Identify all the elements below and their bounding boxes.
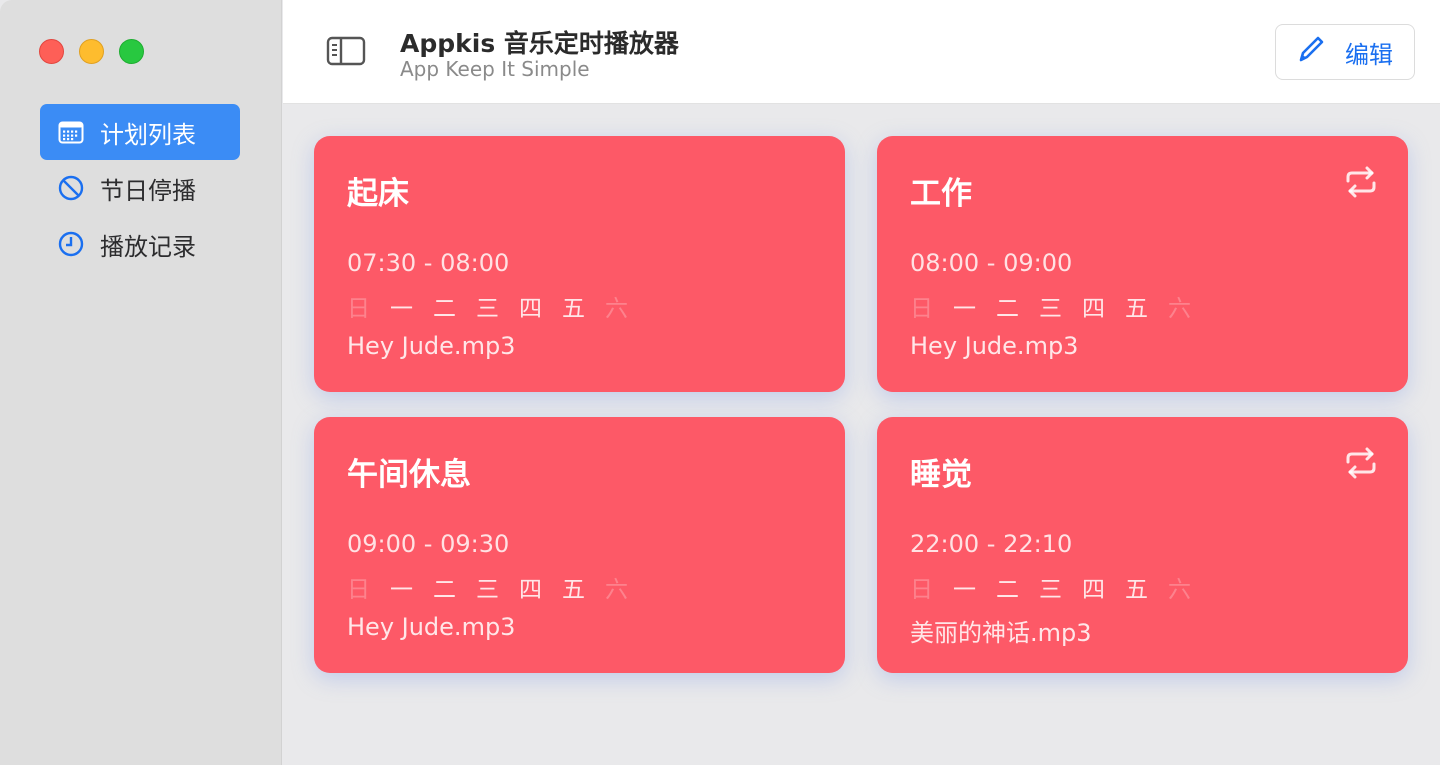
sidebar-nav: 计划列表 节日停播 播放记录 <box>40 104 240 272</box>
clock-icon <box>58 231 84 257</box>
schedule-file: Hey Jude.mp3 <box>347 613 516 641</box>
day-tue: 二 <box>996 296 1019 322</box>
day-thu: 四 <box>519 296 542 322</box>
schedule-time: 07:30 - 08:00 <box>347 249 510 277</box>
sidebar: 计划列表 节日停播 播放记录 <box>0 0 282 765</box>
edit-label: 编辑 <box>1345 40 1393 69</box>
repeat-icon <box>1344 447 1378 483</box>
day-sat: 六 <box>605 296 628 322</box>
sidebar-item-holiday-pause[interactable]: 节日停播 <box>40 160 240 216</box>
schedule-card[interactable]: 工作 08:00 - 09:00 日 一 二 三 四 五 六 Hey Jude.… <box>877 136 1408 392</box>
minimize-window-button[interactable] <box>79 39 104 64</box>
schedule-grid: 起床 07:30 - 08:00 日 一 二 三 四 五 六 Hey Jude.… <box>283 105 1440 765</box>
day-thu: 四 <box>519 577 542 603</box>
schedule-days: 日 一 二 三 四 五 六 <box>347 570 648 604</box>
schedule-card[interactable]: 起床 07:30 - 08:00 日 一 二 三 四 五 六 Hey Jude.… <box>314 136 845 392</box>
day-sun: 日 <box>910 577 933 603</box>
close-window-button[interactable] <box>39 39 64 64</box>
schedule-file: Hey Jude.mp3 <box>347 332 516 360</box>
schedule-card[interactable]: 午间休息 09:00 - 09:30 日 一 二 三 四 五 六 Hey Jud… <box>314 417 845 673</box>
schedule-name: 午间休息 <box>347 457 471 493</box>
day-mon: 一 <box>953 577 976 603</box>
day-sat: 六 <box>605 577 628 603</box>
sidebar-item-play-history[interactable]: 播放记录 <box>40 216 240 272</box>
schedule-days: 日 一 二 三 四 五 六 <box>347 289 648 323</box>
day-mon: 一 <box>390 577 413 603</box>
schedule-time: 22:00 - 22:10 <box>910 530 1073 558</box>
calendar-icon <box>58 119 84 145</box>
toolbar: Appkis 音乐定时播放器 App Keep It Simple 编辑 <box>283 0 1440 104</box>
schedule-card[interactable]: 睡觉 22:00 - 22:10 日 一 二 三 四 五 六 美丽的神话.mp3 <box>877 417 1408 673</box>
prohibited-icon <box>58 175 84 201</box>
sidebar-toggle-icon[interactable] <box>326 36 366 70</box>
day-tue: 二 <box>996 577 1019 603</box>
window-title: Appkis 音乐定时播放器 <box>400 29 679 58</box>
schedule-days: 日 一 二 三 四 五 六 <box>910 289 1211 323</box>
schedule-time: 08:00 - 09:00 <box>910 249 1073 277</box>
day-wed: 三 <box>1039 577 1062 603</box>
day-thu: 四 <box>1082 577 1105 603</box>
day-wed: 三 <box>1039 296 1062 322</box>
sidebar-item-schedule-list[interactable]: 计划列表 <box>40 104 240 160</box>
day-mon: 一 <box>953 296 976 322</box>
day-sat: 六 <box>1168 296 1191 322</box>
pencil-icon <box>1297 34 1325 70</box>
day-sun: 日 <box>910 296 933 322</box>
schedule-time: 09:00 - 09:30 <box>347 530 510 558</box>
day-wed: 三 <box>476 296 499 322</box>
edit-button[interactable]: 编辑 <box>1275 24 1415 80</box>
sidebar-item-label: 计划列表 <box>100 120 196 149</box>
schedule-name: 工作 <box>910 176 972 212</box>
day-fri: 五 <box>1125 296 1148 322</box>
repeat-icon <box>1344 166 1378 202</box>
window-controls <box>39 39 144 64</box>
zoom-window-button[interactable] <box>119 39 144 64</box>
day-fri: 五 <box>1125 577 1148 603</box>
sidebar-item-label: 节日停播 <box>100 176 196 205</box>
day-sun: 日 <box>347 577 370 603</box>
schedule-file: 美丽的神话.mp3 <box>910 619 1092 647</box>
day-fri: 五 <box>562 296 585 322</box>
schedule-days: 日 一 二 三 四 五 六 <box>910 570 1211 604</box>
day-fri: 五 <box>562 577 585 603</box>
schedule-file: Hey Jude.mp3 <box>910 332 1079 360</box>
schedule-name: 睡觉 <box>910 457 972 493</box>
day-wed: 三 <box>476 577 499 603</box>
day-sat: 六 <box>1168 577 1191 603</box>
day-sun: 日 <box>347 296 370 322</box>
schedule-name: 起床 <box>347 176 409 212</box>
day-tue: 二 <box>433 577 456 603</box>
window-subtitle: App Keep It Simple <box>400 57 590 81</box>
day-mon: 一 <box>390 296 413 322</box>
day-tue: 二 <box>433 296 456 322</box>
day-thu: 四 <box>1082 296 1105 322</box>
sidebar-item-label: 播放记录 <box>100 232 196 261</box>
